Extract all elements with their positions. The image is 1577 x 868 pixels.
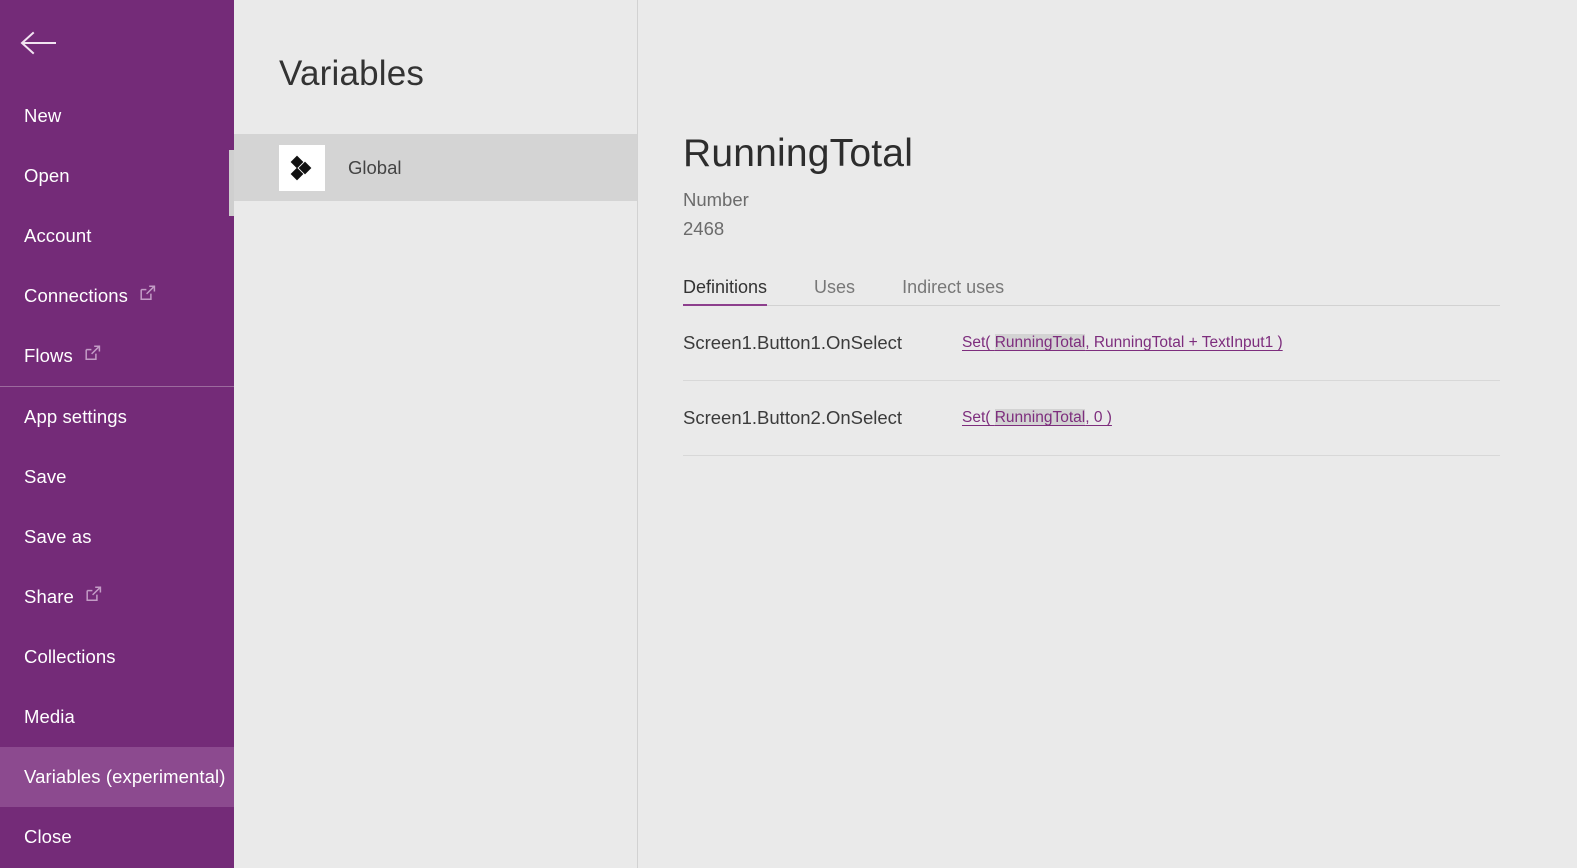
external-link-icon	[86, 585, 102, 607]
sidebar-item-open[interactable]: Open	[0, 146, 234, 206]
tab-indirect-uses[interactable]: Indirect uses	[902, 278, 1004, 305]
global-variables-icon	[279, 144, 325, 191]
sidebar-item-label: Close	[24, 825, 72, 847]
definitions-table: Screen1.Button1.OnSelect Set( RunningTota…	[683, 306, 1500, 456]
tab-uses[interactable]: Uses	[814, 278, 855, 305]
variable-name-heading: RunningTotal	[683, 132, 914, 175]
list-item[interactable]: Global	[234, 134, 637, 201]
page-title: Variables	[279, 54, 425, 93]
tab-definitions[interactable]: Definitions	[683, 278, 768, 306]
sidebar-item-label: Save	[24, 465, 67, 487]
variable-detail-panel: RunningTotal Number 2468 Definitions Uses…	[638, 0, 1577, 868]
sidebar-item-label: Flows	[24, 344, 73, 366]
sidebar-item-close[interactable]: Close	[0, 807, 234, 867]
formula-prefix: Set(	[962, 334, 995, 351]
sidebar-item-label: Save as	[24, 525, 92, 547]
sidebar-item-label: Variables (experimental)	[24, 765, 226, 787]
table-row: Screen1.Button2.OnSelect Set( RunningTota…	[683, 381, 1500, 456]
sidebar-item-share[interactable]: Share	[0, 567, 234, 627]
variable-type: Number	[683, 189, 749, 210]
back-arrow-icon	[20, 31, 56, 55]
variable-scope-list: Global	[234, 134, 637, 201]
sidebar-item-save-as[interactable]: Save as	[0, 507, 234, 567]
sidebar-item-collections[interactable]: Collections	[0, 627, 234, 687]
external-link-icon	[85, 344, 101, 366]
sidebar-item-app-settings[interactable]: App settings	[0, 387, 234, 447]
formula-variable-highlight: RunningTotal	[994, 409, 1086, 426]
sidebar-item-label: Open	[24, 164, 70, 186]
formula-suffix: , 0 )	[1085, 409, 1112, 426]
sidebar-item-label: App settings	[24, 405, 128, 427]
formula-variable-highlight: RunningTotal	[994, 334, 1086, 351]
sidebar-item-new[interactable]: New	[0, 86, 234, 146]
main-sidebar: New Open Account Connections Flows App settin…	[0, 0, 234, 868]
sidebar-item-variables-experimental[interactable]: Variables (experimental)	[0, 747, 234, 807]
sidebar-item-label: New	[24, 104, 62, 126]
sidebar-item-save[interactable]: Save	[0, 447, 234, 507]
variable-value: 2468	[683, 217, 725, 239]
sidebar-item-connections[interactable]: Connections	[0, 266, 234, 326]
sidebar-item-label: Connections	[24, 284, 128, 306]
variable-scope-label: Global	[348, 156, 402, 178]
formula-suffix: , RunningTotal + TextInput1 )	[1085, 334, 1283, 351]
sidebar-item-label: Share	[24, 585, 74, 607]
sidebar-item-label: Media	[24, 705, 75, 727]
definition-source: Screen1.Button1.OnSelect	[683, 332, 903, 353]
definition-formula-link[interactable]: Set( RunningTotal, 0 )	[962, 409, 1112, 427]
external-link-icon	[140, 284, 156, 306]
definition-source: Screen1.Button2.OnSelect	[683, 407, 903, 428]
formula-prefix: Set(	[962, 409, 995, 426]
sidebar-nav-list: New Open Account Connections Flows App settin…	[0, 86, 234, 867]
back-button[interactable]	[0, 0, 234, 86]
sidebar-item-account[interactable]: Account	[0, 206, 234, 266]
sidebar-item-label: Collections	[24, 645, 116, 667]
variables-list-panel: Variables Global	[234, 0, 638, 868]
detail-tabs: Definitions Uses Indirect uses	[683, 278, 1500, 306]
sidebar-item-label: Account	[24, 224, 92, 246]
sidebar-item-flows[interactable]: Flows	[0, 326, 234, 386]
definition-formula-link[interactable]: Set( RunningTotal, RunningTotal + TextIn…	[962, 334, 1283, 352]
app-window: New Open Account Connections Flows App settin…	[0, 0, 1577, 868]
sidebar-item-media[interactable]: Media	[0, 687, 234, 747]
table-row: Screen1.Button1.OnSelect Set( RunningTota…	[683, 306, 1500, 381]
